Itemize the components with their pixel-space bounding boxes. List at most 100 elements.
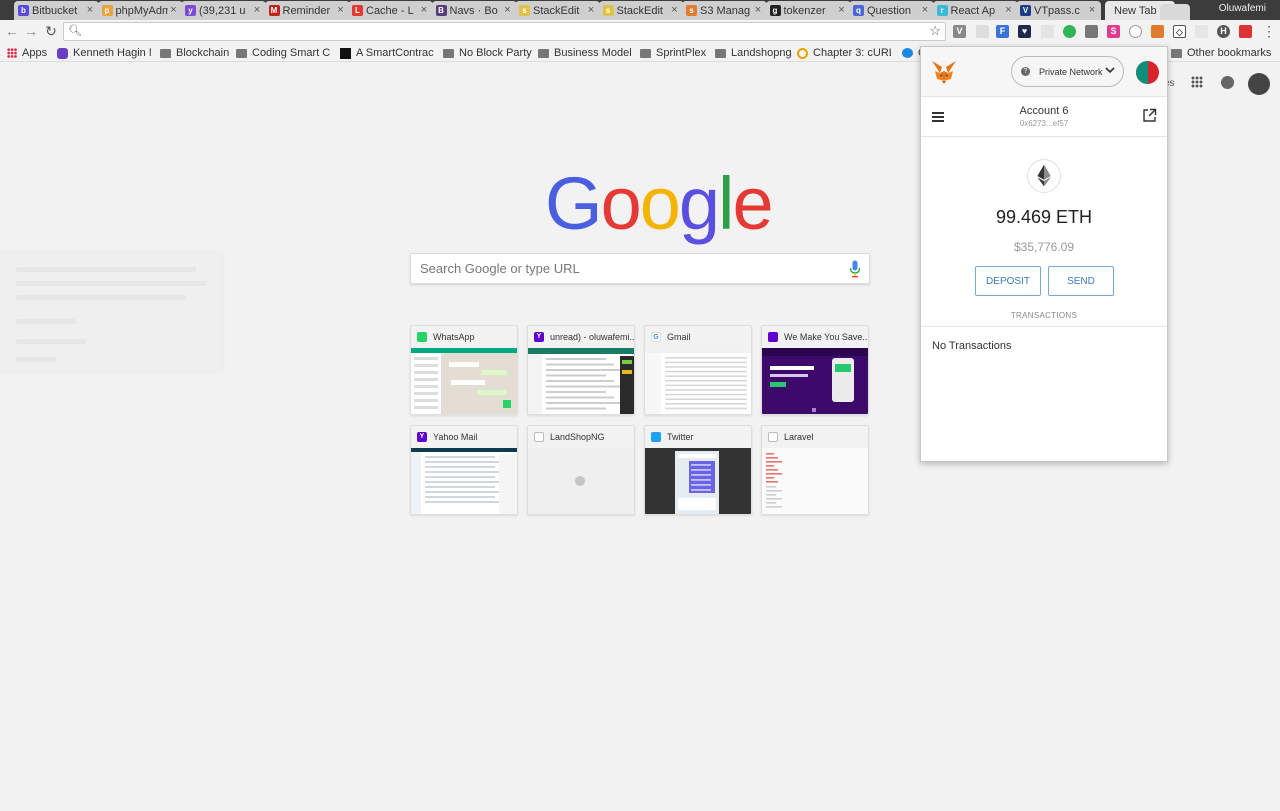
tab-close-icon[interactable]: × — [1002, 3, 1015, 17]
extension-icon[interactable] — [1239, 25, 1252, 38]
tab-close-icon[interactable]: × — [167, 3, 180, 17]
tab[interactable]: B Navs · Bo × — [431, 1, 517, 20]
extension-icon[interactable] — [976, 25, 989, 38]
menu-icon[interactable]: ⋮ — [1261, 23, 1277, 39]
bookmark-item[interactable]: SprintPlex — [640, 45, 706, 61]
tab[interactable]: M Reminder × — [264, 1, 350, 20]
tab-close-icon[interactable]: × — [418, 3, 430, 17]
tab-close-icon[interactable]: × — [84, 3, 96, 17]
tab-favicon-icon: s — [602, 5, 614, 16]
tab[interactable]: g tokenzer × — [765, 1, 851, 20]
tab[interactable]: V VTpass.c × — [1016, 1, 1101, 20]
most-visited-tile[interactable]: WhatsApp — [410, 325, 518, 415]
notifications-bell-icon[interactable] — [1221, 76, 1234, 89]
browser-toolbar: ← → ↻ 🔍︎ ☆ V F ♥ S ◇ H ⋮ — [0, 20, 1280, 43]
forward-arrow-icon[interactable]: → — [23, 23, 39, 39]
tile-thumbnail — [411, 448, 517, 514]
tile-title: WhatsApp — [433, 332, 475, 342]
bookmark-label: Other bookmarks — [1187, 47, 1272, 59]
extension-icon[interactable] — [1041, 25, 1054, 38]
tab-close-icon[interactable]: × — [334, 3, 347, 17]
folder-icon — [236, 48, 247, 58]
account-address[interactable]: 0x6273...ef57 — [921, 119, 1167, 128]
reload-icon[interactable]: ↻ — [43, 23, 59, 39]
apps-grid-icon — [7, 48, 17, 58]
extension-icon[interactable]: ♥ — [1018, 25, 1031, 38]
send-button[interactable]: SEND — [1048, 266, 1114, 296]
bookmark-item[interactable]: Landshopng — [715, 45, 792, 61]
tab[interactable]: L Cache - L × — [348, 1, 433, 20]
new-tab-button[interactable] — [1160, 4, 1190, 20]
tab-close-icon[interactable]: × — [919, 3, 931, 17]
avatar[interactable] — [1248, 73, 1270, 95]
tab-close-icon[interactable]: × — [1086, 3, 1098, 17]
bookmark-star-icon[interactable]: ☆ — [929, 23, 941, 39]
tab[interactable]: s S3 Manag × — [682, 1, 767, 20]
account-identicon[interactable] — [1136, 61, 1159, 84]
most-visited-tile[interactable]: Yunread) - oluwafemi... — [527, 325, 635, 415]
most-visited-tile[interactable]: LandShopNG — [527, 425, 635, 515]
extension-icon[interactable]: S — [1107, 25, 1120, 38]
bookmark-item[interactable]: Business Model — [538, 45, 632, 61]
bookmark-label: A SmartContract — [356, 47, 434, 59]
most-visited-tile[interactable]: Y Yahoo Mail — [410, 425, 518, 515]
bookmark-apps[interactable]: Apps — [7, 45, 47, 61]
metamask-icon[interactable] — [1151, 25, 1164, 38]
tab[interactable]: b Bitbucket × — [14, 1, 99, 20]
tile-thumbnail — [645, 448, 751, 514]
most-visited-tile[interactable]: G Gmail — [644, 325, 752, 415]
tab-label: Cache - L — [366, 4, 414, 17]
bookmark-item[interactable]: Kenneth Hagin M — [57, 45, 151, 61]
bookmark-item[interactable]: Coding Smart Co — [236, 45, 330, 61]
search-input[interactable] — [411, 254, 831, 283]
most-visited-tile[interactable]: Laravel — [761, 425, 869, 515]
vue-devtools-icon[interactable]: V — [953, 25, 966, 38]
bookmark-item[interactable]: A SmartContract — [340, 45, 434, 61]
tab[interactable]: q Question × — [849, 1, 934, 20]
open-external-icon[interactable] — [1142, 108, 1157, 123]
tab-label: VTpass.c — [1034, 4, 1080, 17]
extension-icon[interactable] — [1195, 25, 1208, 38]
account-name: Account 6 — [1019, 105, 1069, 117]
bookmark-item[interactable]: Chapter 3: cURL — [797, 45, 891, 61]
tab-close-icon[interactable]: × — [251, 3, 263, 17]
logo-letter: G — [545, 162, 603, 245]
apps-grid-icon[interactable] — [1191, 76, 1203, 88]
tab-close-icon[interactable]: × — [835, 3, 848, 17]
microphone-icon[interactable] — [849, 260, 861, 278]
tab[interactable]: s StackEdit × — [598, 1, 684, 20]
network-selector[interactable]: ? Private Network — [1011, 56, 1124, 87]
tile-thumbnail — [762, 348, 868, 414]
most-visited-tile[interactable]: Twitter — [644, 425, 752, 515]
most-visited-tile[interactable]: We Make You Save... — [761, 325, 869, 415]
extension-icon[interactable] — [1129, 25, 1142, 38]
tab[interactable]: y (39,231 u × — [181, 1, 266, 20]
tab[interactable]: r React Ap × — [932, 1, 1018, 20]
bookmark-other[interactable]: Other bookmarks — [1171, 45, 1271, 61]
extension-icon[interactable]: H — [1217, 25, 1230, 38]
bookmark-item[interactable]: No Block Party — [443, 45, 532, 61]
bookmark-item[interactable]: Blockchain — [160, 45, 229, 61]
tab[interactable]: s StackEdit × — [515, 1, 600, 20]
back-arrow-icon[interactable]: ← — [4, 23, 20, 39]
deposit-button[interactable]: DEPOSIT — [975, 266, 1041, 296]
extension-icon[interactable]: ◇ — [1173, 25, 1186, 38]
tile-favicon-icon — [768, 432, 778, 442]
tab-close-icon[interactable]: × — [668, 3, 681, 17]
tab-favicon-icon: q — [853, 5, 864, 16]
tab-close-icon[interactable]: × — [752, 3, 764, 17]
tab-close-icon[interactable]: × — [585, 3, 597, 17]
profile-name[interactable]: Oluwafemi — [1219, 3, 1266, 14]
tile-header: G Gmail — [645, 326, 751, 348]
tab-close-icon[interactable]: × — [501, 3, 514, 17]
search-box[interactable] — [410, 253, 870, 284]
tab-favicon-icon: M — [268, 5, 280, 16]
bookmark-label: Landshopng — [731, 47, 792, 59]
address-bar[interactable]: 🔍︎ ☆ — [63, 22, 946, 41]
tab-favicon-icon: B — [435, 5, 447, 16]
extension-icon[interactable] — [1063, 25, 1076, 38]
tile-header: We Make You Save... — [762, 326, 868, 348]
extension-icon[interactable]: F — [996, 25, 1009, 38]
tab[interactable]: p phpMyAdmin × — [97, 1, 183, 20]
extension-icon[interactable] — [1085, 25, 1098, 38]
